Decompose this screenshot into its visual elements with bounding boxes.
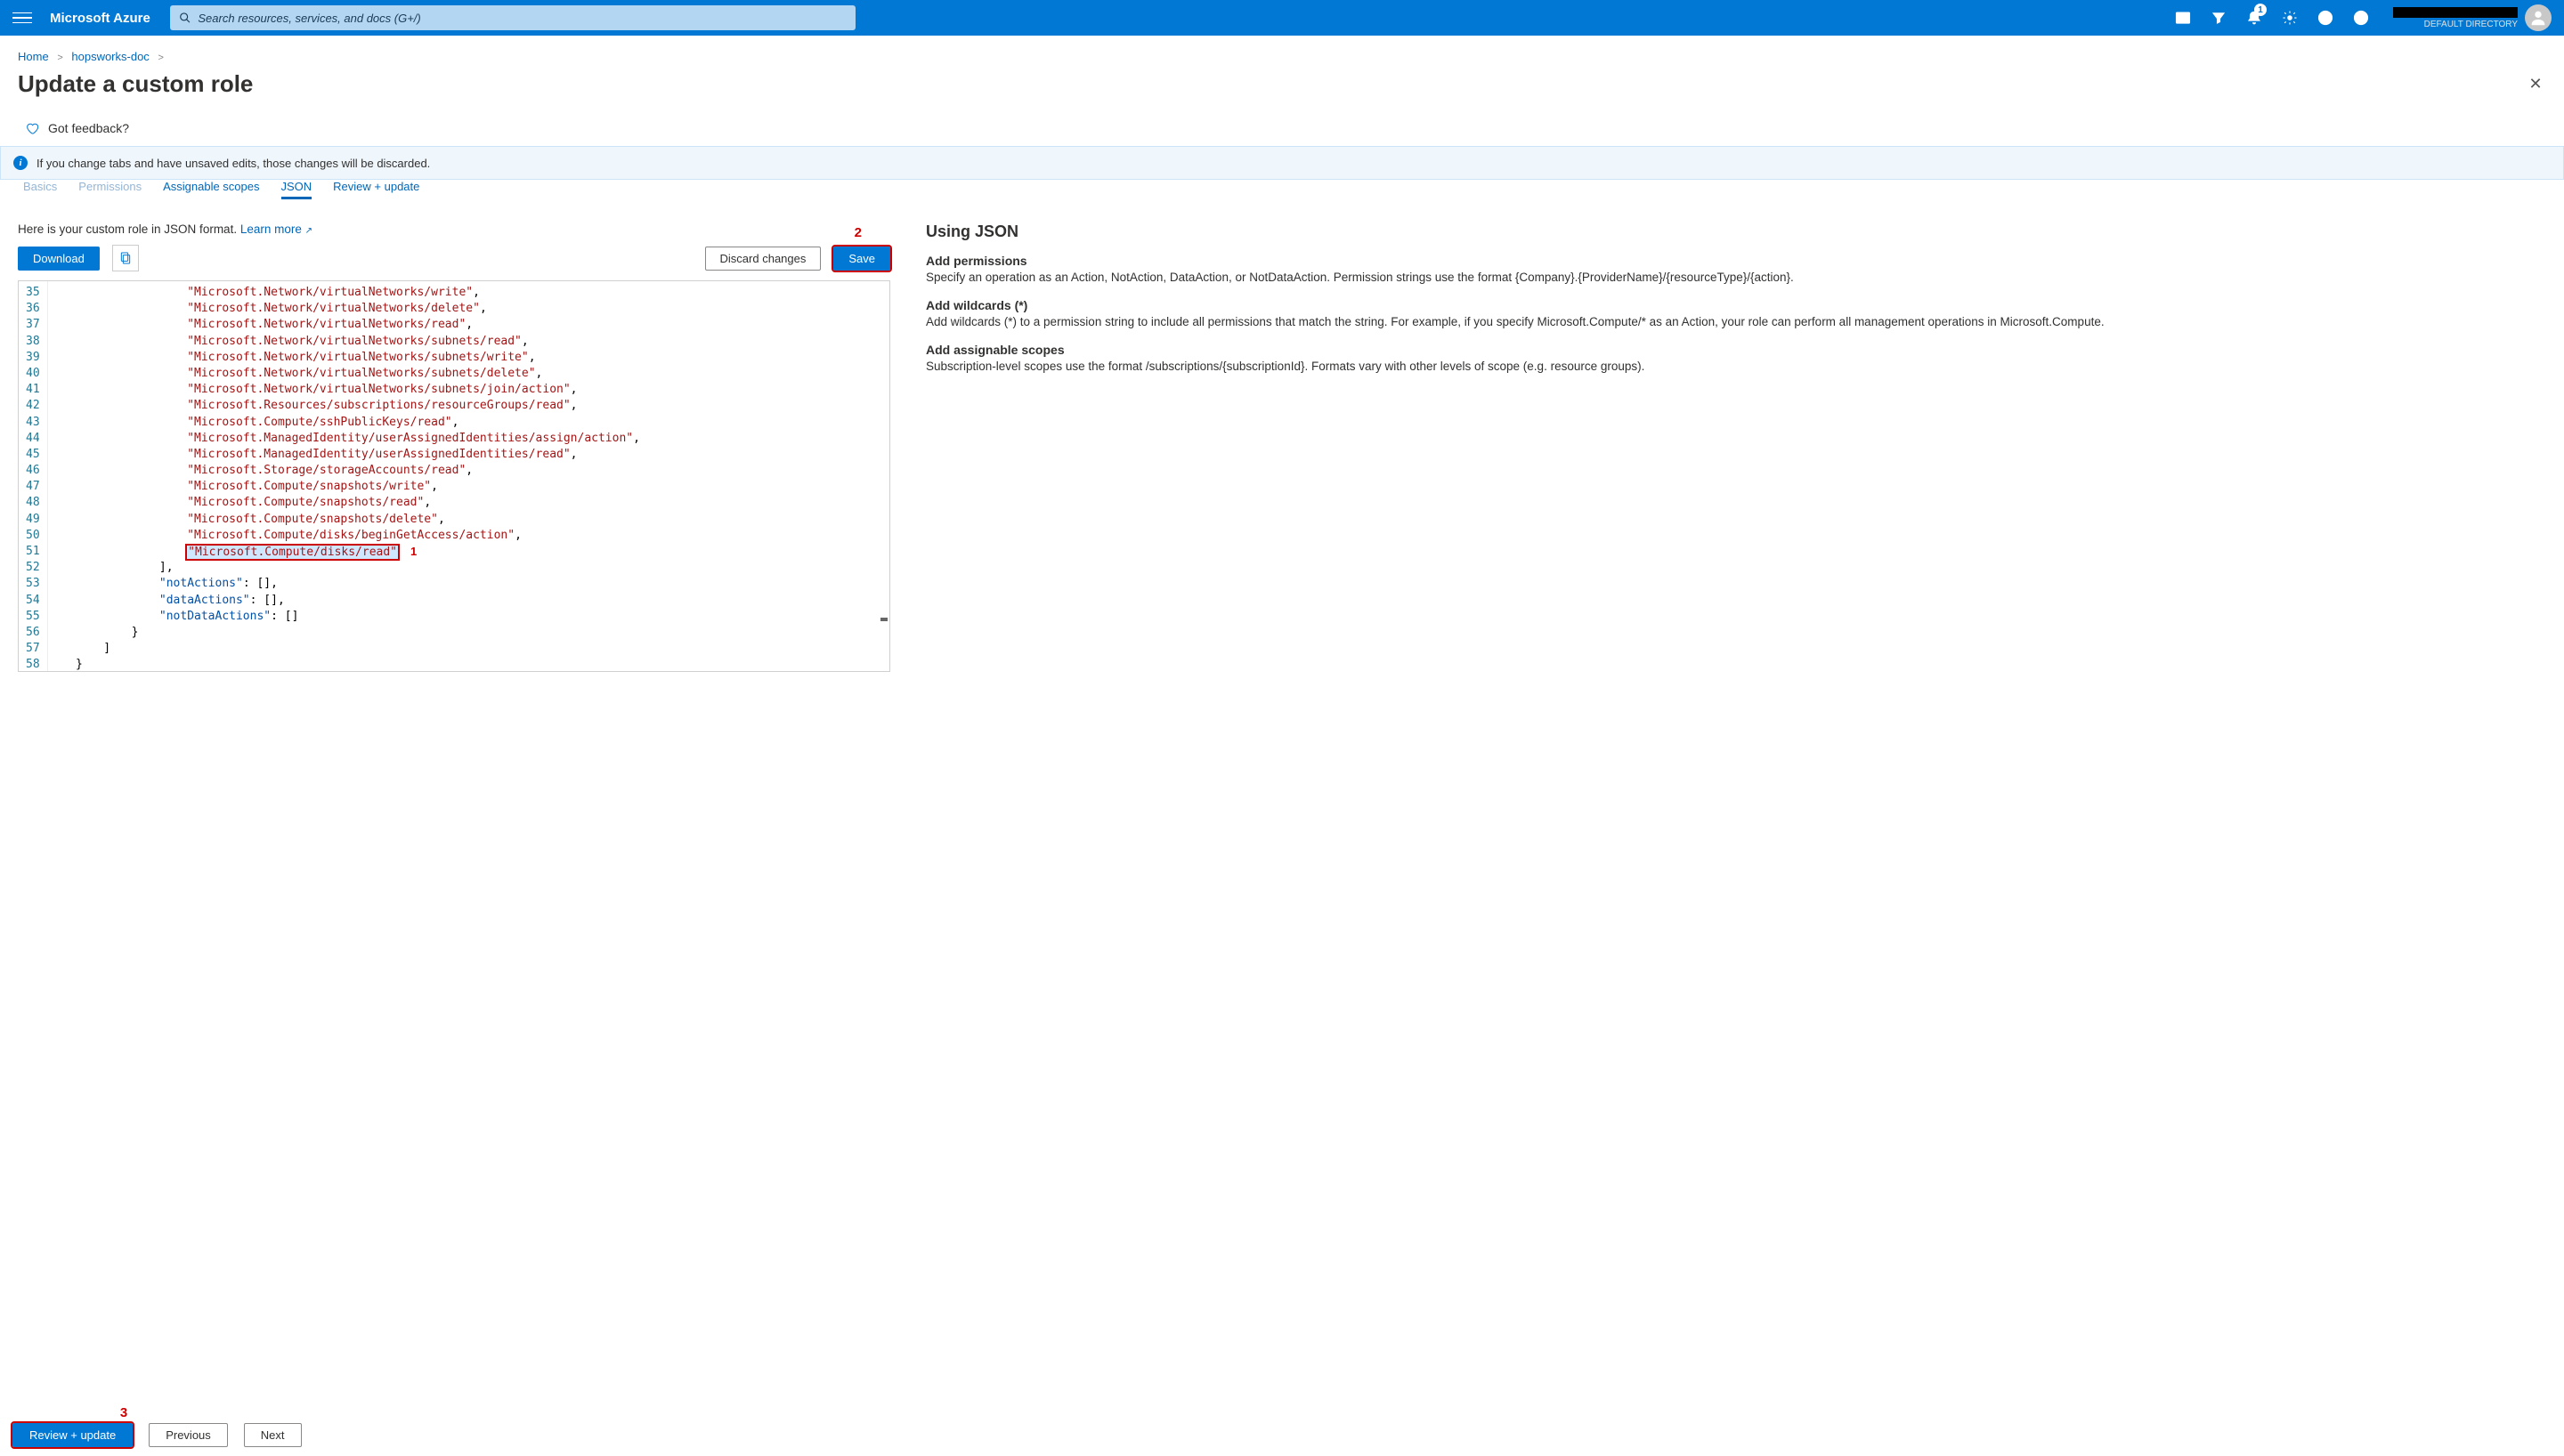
annotation-3: 3 bbox=[120, 1405, 127, 1420]
topbar-icons: 1 bbox=[2165, 0, 2379, 36]
tab-basics[interactable]: Basics bbox=[23, 180, 57, 199]
copy-button[interactable] bbox=[112, 245, 139, 271]
notification-badge: 1 bbox=[2254, 4, 2267, 16]
global-search[interactable] bbox=[170, 5, 856, 30]
breadcrumb-home[interactable]: Home bbox=[18, 50, 49, 63]
feedback-link[interactable]: Got feedback? bbox=[18, 112, 2546, 146]
directory-label: DEFAULT DIRECTORY bbox=[2393, 20, 2518, 29]
tab-scopes[interactable]: Assignable scopes bbox=[163, 180, 259, 199]
search-icon bbox=[179, 12, 191, 24]
review-update-button[interactable]: Review + update bbox=[12, 1423, 133, 1447]
learn-more-link[interactable]: Learn more ↗ bbox=[240, 222, 312, 236]
info-banner: i If you change tabs and have unsaved ed… bbox=[0, 146, 2564, 180]
download-button[interactable]: Download bbox=[18, 247, 100, 271]
filter-icon[interactable] bbox=[2201, 0, 2236, 36]
close-icon[interactable]: ✕ bbox=[2525, 74, 2546, 95]
feedback-smile-icon[interactable] bbox=[2343, 0, 2379, 36]
previous-button[interactable]: Previous bbox=[149, 1423, 228, 1447]
tabs: Basics Permissions Assignable scopes JSO… bbox=[18, 180, 2546, 206]
page-title: Update a custom role bbox=[18, 70, 253, 98]
avatar[interactable] bbox=[2525, 4, 2552, 31]
account-area[interactable]: DEFAULT DIRECTORY bbox=[2388, 4, 2557, 31]
notifications-icon[interactable]: 1 bbox=[2236, 0, 2272, 36]
account-name-redacted bbox=[2393, 7, 2518, 18]
annotation-2: 2 bbox=[855, 225, 862, 240]
next-button[interactable]: Next bbox=[244, 1423, 302, 1447]
tab-json[interactable]: JSON bbox=[281, 180, 312, 199]
save-button[interactable]: Save bbox=[833, 247, 890, 271]
hamburger-icon[interactable] bbox=[12, 8, 32, 28]
json-editor[interactable]: 3536373839404142434445464748495051525354… bbox=[18, 280, 890, 672]
heart-icon bbox=[25, 121, 39, 135]
help-title: Using JSON bbox=[926, 222, 2528, 241]
desc-line: Here is your custom role in JSON format.… bbox=[18, 222, 890, 236]
json-toolbar: Download 2 Discard changes Save bbox=[18, 245, 890, 271]
cloud-shell-icon[interactable] bbox=[2165, 0, 2201, 36]
search-input[interactable] bbox=[198, 12, 846, 25]
tab-permissions[interactable]: Permissions bbox=[78, 180, 142, 199]
breadcrumb-item[interactable]: hopsworks-doc bbox=[71, 50, 149, 63]
help-icon[interactable] bbox=[2308, 0, 2343, 36]
brand[interactable]: Microsoft Azure bbox=[50, 11, 150, 26]
discard-button[interactable]: Discard changes bbox=[705, 247, 822, 271]
topbar: Microsoft Azure 1 DEFAULT DIRECTORY bbox=[0, 0, 2564, 36]
settings-icon[interactable] bbox=[2272, 0, 2308, 36]
footer-buttons: 3 Review + update Previous Next bbox=[12, 1423, 302, 1447]
info-icon: i bbox=[13, 156, 28, 170]
help-panel: Using JSON Add permissions Specify an op… bbox=[926, 222, 2546, 672]
tab-review[interactable]: Review + update bbox=[333, 180, 419, 199]
scroll-marker bbox=[880, 618, 888, 621]
breadcrumb: Home > hopsworks-doc > bbox=[18, 50, 2546, 63]
